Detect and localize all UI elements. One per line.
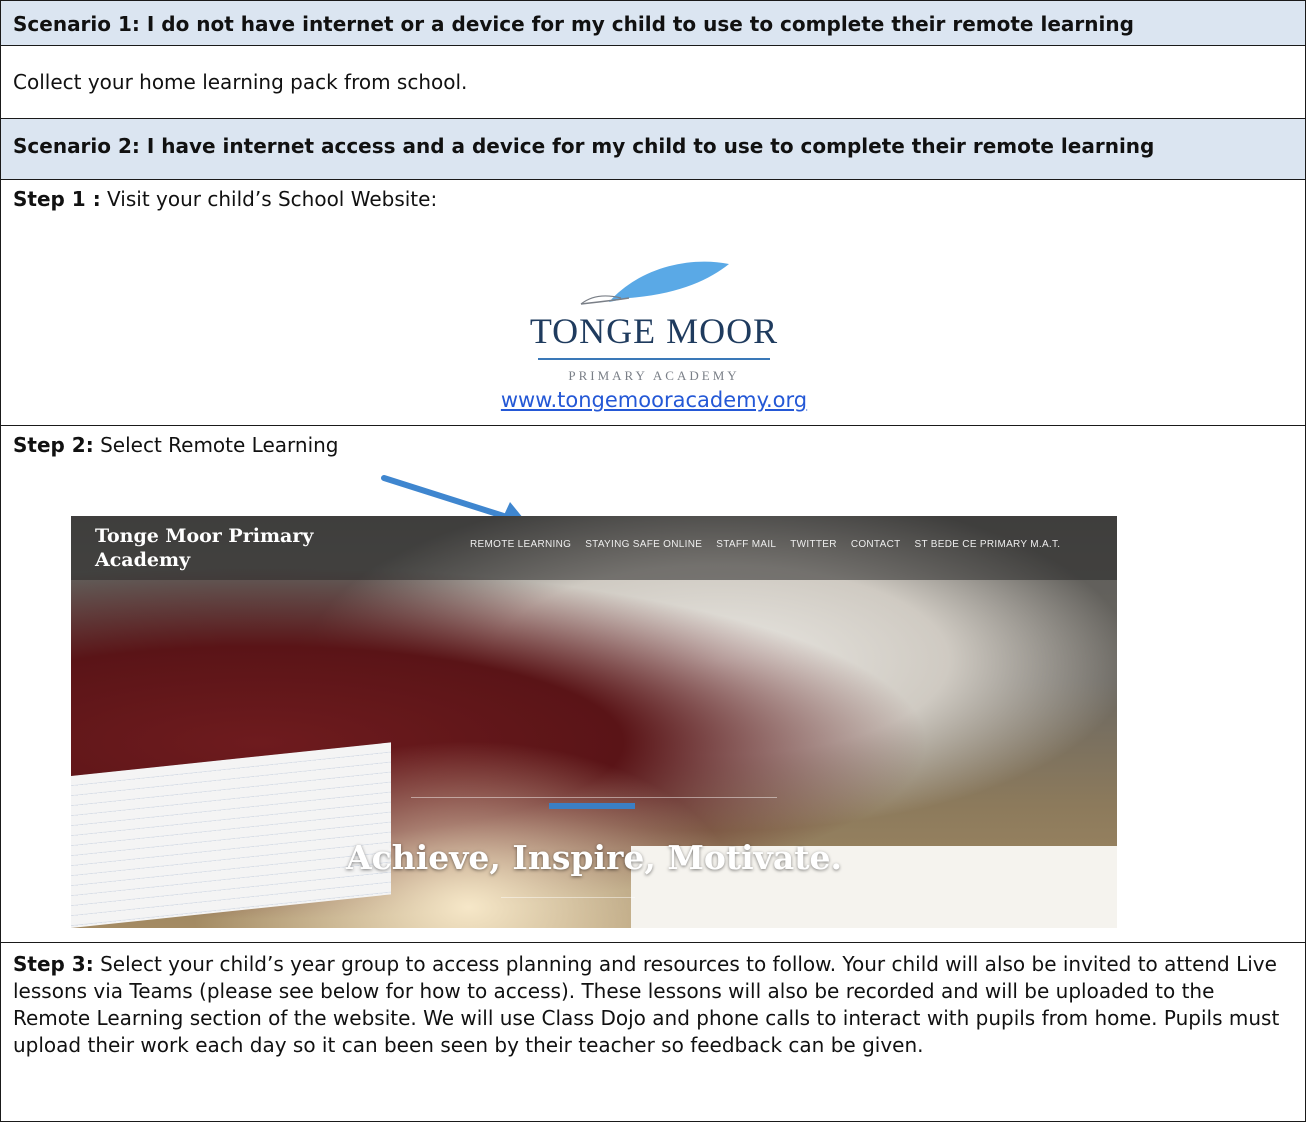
menu-st-bede[interactable]: ST BEDE CE PRIMARY M.A.T.	[915, 539, 1061, 550]
step2-label: Step 2:	[13, 433, 94, 457]
step1-text: Step 1 : Visit your child’s School Websi…	[13, 186, 437, 212]
step3-row: Step 3: Select your child’s year group t…	[0, 942, 1306, 1122]
logo-subtitle: PRIMARY ACADEMY	[568, 368, 740, 383]
website-tagline: Achieve, Inspire, Motivate.	[346, 838, 842, 877]
school-logo: TONGE MOOR PRIMARY ACADEMY www.tongemoor…	[1, 258, 1307, 412]
menu-remote-learning[interactable]: REMOTE LEARNING	[470, 539, 571, 550]
step2-instruction: Select Remote Learning	[100, 433, 339, 457]
step1-instruction: Visit your child’s School Website:	[107, 187, 438, 211]
notebook-paper	[71, 742, 391, 928]
logo-divider	[538, 358, 770, 360]
menu-staff-mail[interactable]: STAFF MAIL	[716, 539, 776, 550]
website-nav-bar: Tonge Moor Primary Academy REMOTE LEARNI…	[71, 516, 1117, 580]
logo-title: TONGE MOOR	[529, 311, 779, 351]
scenario2-header-row: Scenario 2: I have internet access and a…	[0, 118, 1306, 180]
scenario1-body-row: Collect your home learning pack from sch…	[0, 45, 1306, 119]
hero-rule-top	[411, 797, 777, 798]
step3-instruction: Select your child’s year group to access…	[13, 952, 1280, 1057]
website-menu: REMOTE LEARNING STAYING SAFE ONLINE STAF…	[470, 539, 1060, 550]
scenario1-heading: Scenario 1: I do not have internet or a …	[13, 12, 1134, 36]
scenario1-instruction: Collect your home learning pack from sch…	[13, 70, 468, 94]
menu-twitter[interactable]: TWITTER	[790, 539, 837, 550]
menu-contact[interactable]: CONTACT	[851, 539, 901, 550]
step2-text: Step 2: Select Remote Learning	[13, 432, 339, 458]
scenario1-header-row: Scenario 1: I do not have internet or a …	[0, 0, 1306, 46]
step1-row: Step 1 : Visit your child’s School Websi…	[0, 179, 1306, 426]
step1-label: Step 1 :	[13, 187, 101, 211]
hero-rule-bottom	[501, 897, 635, 898]
scenario2-heading: Scenario 2: I have internet access and a…	[13, 134, 1155, 158]
feather-quill-icon	[580, 261, 729, 305]
menu-staying-safe-online[interactable]: STAYING SAFE ONLINE	[585, 539, 702, 550]
website-screenshot: Tonge Moor Primary Academy REMOTE LEARNI…	[71, 516, 1117, 928]
school-website-link[interactable]: www.tongemooracademy.org	[501, 388, 807, 412]
step3-label: Step 3:	[13, 952, 94, 976]
hero-accent-bar	[549, 803, 635, 809]
step3-text: Step 3: Select your child’s year group t…	[13, 951, 1293, 1059]
website-brand[interactable]: Tonge Moor Primary Academy	[95, 524, 355, 572]
